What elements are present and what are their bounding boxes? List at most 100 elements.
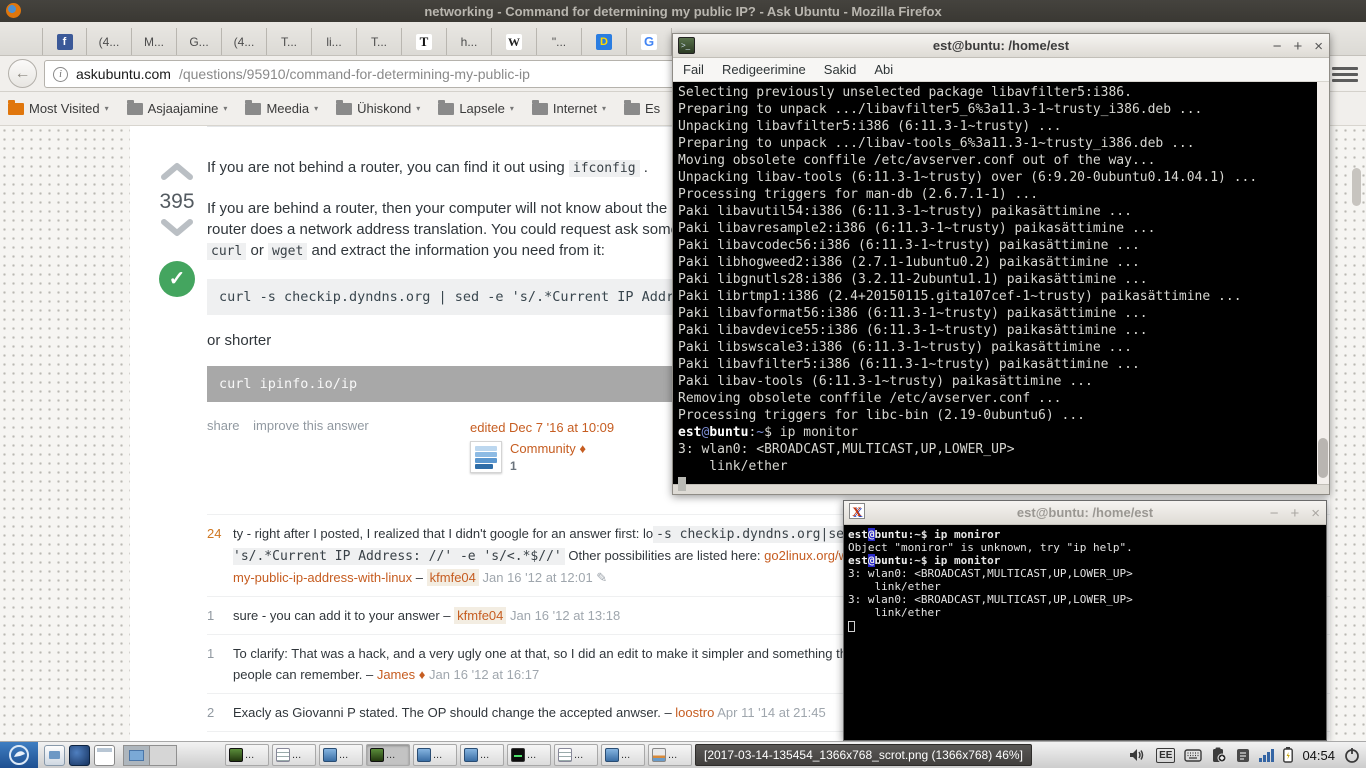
terminal-cursor — [678, 476, 686, 491]
folder-icon — [336, 99, 353, 115]
chevron-down-icon: ▾ — [416, 104, 421, 113]
task-button-window[interactable]: ... — [460, 744, 504, 766]
task-button-terminal[interactable]: ... — [225, 744, 269, 766]
close-button[interactable]: × — [1314, 38, 1323, 55]
clipboard-add-icon[interactable] — [1211, 747, 1227, 763]
terminal2-screen[interactable]: est@buntu:~$ ip moniror Object "moniror"… — [844, 525, 1326, 740]
bookmark-es[interactable]: Es — [623, 99, 660, 116]
file-manager-icon[interactable] — [44, 744, 65, 766]
tab-google[interactable]: G — [627, 28, 672, 55]
community-user-link[interactable]: Community ♦ — [510, 441, 586, 456]
history-folder-icon — [8, 99, 24, 115]
improve-answer-link[interactable]: improve this answer — [253, 418, 369, 433]
tab-3[interactable]: M... — [132, 28, 177, 55]
comment-user-link[interactable]: loostro — [675, 705, 714, 720]
tab-facebook[interactable]: f — [42, 28, 87, 55]
post-signature: edited Dec 7 '16 at 10:09 Community ♦ 1 — [470, 420, 650, 473]
volume-icon[interactable] — [1129, 748, 1147, 762]
code-block-selected[interactable]: curl ipinfo.io/ip — [207, 366, 672, 402]
tab-6[interactable]: T... — [267, 28, 312, 55]
comment-user-link[interactable]: kfmfe04 — [454, 607, 507, 624]
edited-link[interactable]: edited Dec 7 '16 at 10:09 — [470, 420, 614, 435]
task-button-monitor[interactable]: ... — [507, 744, 551, 766]
show-desktop-icon[interactable] — [94, 744, 115, 766]
bookmark-meedia[interactable]: Meedia ▾ — [245, 99, 318, 116]
bookmark-uhiskond[interactable]: Ühiskond ▾ — [336, 99, 421, 116]
info-icon[interactable]: i — [53, 66, 68, 82]
bookmark-most-visited[interactable]: Most Visited ▾ — [8, 99, 109, 116]
battery-icon[interactable] — [1283, 747, 1294, 763]
minimize-button[interactable]: − — [1273, 38, 1282, 55]
tab-8[interactable]: T... — [357, 28, 402, 55]
share-link[interactable]: share — [207, 418, 240, 433]
task-button-editor[interactable]: ... — [272, 744, 316, 766]
terminal-icon — [370, 748, 384, 762]
terminal1-titlebar[interactable]: >_ est@buntu: /home/est − + × — [673, 34, 1329, 58]
terminal-prompt-line: est@buntu:~$ ip monitor — [848, 554, 1001, 567]
network-signal-icon[interactable] — [1259, 748, 1275, 762]
comment-score: 2 — [207, 705, 215, 720]
keyboard-layout-indicator[interactable]: EE — [1156, 747, 1176, 763]
comment-user-link[interactable]: James ♦ — [377, 667, 426, 682]
bookmark-internet[interactable]: Internet ▾ — [531, 99, 606, 116]
browser-scrollbar[interactable] — [1352, 168, 1361, 206]
terminal1-scrollbar[interactable] — [1317, 82, 1329, 484]
task-button-terminal-active[interactable]: ... — [366, 744, 410, 766]
terminal-prompt-line: est@buntu:~$ ip moniror — [848, 528, 1001, 541]
tab-4[interactable]: G... — [177, 28, 222, 55]
upvote-icon[interactable] — [160, 161, 194, 181]
close-button[interactable]: × — [1311, 505, 1320, 522]
keyboard-icon[interactable] — [1184, 748, 1203, 762]
menu-fail[interactable]: Fail — [683, 62, 704, 77]
menu-abi[interactable]: Abi — [874, 62, 893, 77]
web-browser-icon[interactable] — [69, 744, 90, 766]
inline-code: curl — [207, 243, 247, 260]
terminal-output: Object "moniror" is unknown, try "ip hel… — [848, 541, 1133, 554]
notes-icon[interactable] — [1236, 748, 1250, 763]
edit-pencil-icon[interactable]: ✎ — [596, 570, 607, 585]
maximize-button[interactable]: + — [1290, 505, 1299, 522]
task-button-window[interactable]: ... — [319, 744, 363, 766]
workspace-1[interactable] — [124, 745, 150, 765]
bookmark-asjaajamine[interactable]: Asjaajamine ▾ — [126, 99, 227, 116]
minimize-button[interactable]: − — [1270, 505, 1279, 522]
terminal1-screen[interactable]: Selecting previously unselected package … — [673, 82, 1329, 491]
maximize-button[interactable]: + — [1293, 38, 1302, 55]
menu-redigeerimine[interactable]: Redigeerimine — [722, 62, 806, 77]
image-viewer-icon — [652, 748, 666, 762]
vote-cell: 395 ✓ — [155, 161, 199, 297]
terminal-icon — [229, 748, 243, 762]
task-button-scrot-active[interactable]: [2017-03-14-135454_1366x768_scrot.png (1… — [695, 744, 1032, 766]
task-button-window[interactable]: ... — [601, 744, 645, 766]
task-button-window[interactable]: ... — [413, 744, 457, 766]
tab-12[interactable]: "... — [537, 28, 582, 55]
comment-score: 24 — [207, 526, 222, 541]
accepted-check-icon: ✓ — [159, 261, 195, 297]
comment-user-link[interactable]: kfmfe04 — [426, 569, 479, 586]
downvote-icon[interactable] — [160, 218, 194, 238]
facebook-icon: f — [56, 33, 73, 50]
clock[interactable]: 04:54 — [1302, 748, 1335, 763]
tab-7[interactable]: li... — [312, 28, 357, 55]
power-button-icon[interactable] — [1344, 747, 1360, 763]
text-editor-icon — [558, 748, 572, 762]
back-button[interactable]: ← — [8, 59, 37, 88]
task-button-image-viewer[interactable]: ... — [648, 744, 692, 766]
menu-sakid[interactable]: Sakid — [824, 62, 857, 77]
tab-10[interactable]: h... — [447, 28, 492, 55]
tab-2[interactable]: (4... — [87, 28, 132, 55]
community-avatar[interactable] — [470, 441, 502, 473]
tab-wikipedia[interactable]: W — [492, 28, 537, 55]
app-menu-button[interactable] — [0, 741, 38, 768]
tab-nytimes[interactable]: T — [402, 28, 447, 55]
bookmark-lapsele[interactable]: Lapsele ▾ — [438, 99, 514, 116]
workspace-2[interactable] — [150, 745, 176, 765]
task-button-editor[interactable]: ... — [554, 744, 598, 766]
workspace-switcher[interactable] — [123, 744, 177, 766]
terminal2-titlebar[interactable]: X est@buntu: /home/est − + × — [844, 501, 1326, 525]
tab-delfi[interactable]: D — [582, 28, 627, 55]
terminal-output: Selecting previously unselected package … — [678, 85, 1258, 423]
tab-5[interactable]: (4... — [222, 28, 267, 55]
hamburger-menu-icon[interactable] — [1332, 64, 1358, 84]
xterm-icon: X — [849, 503, 865, 519]
